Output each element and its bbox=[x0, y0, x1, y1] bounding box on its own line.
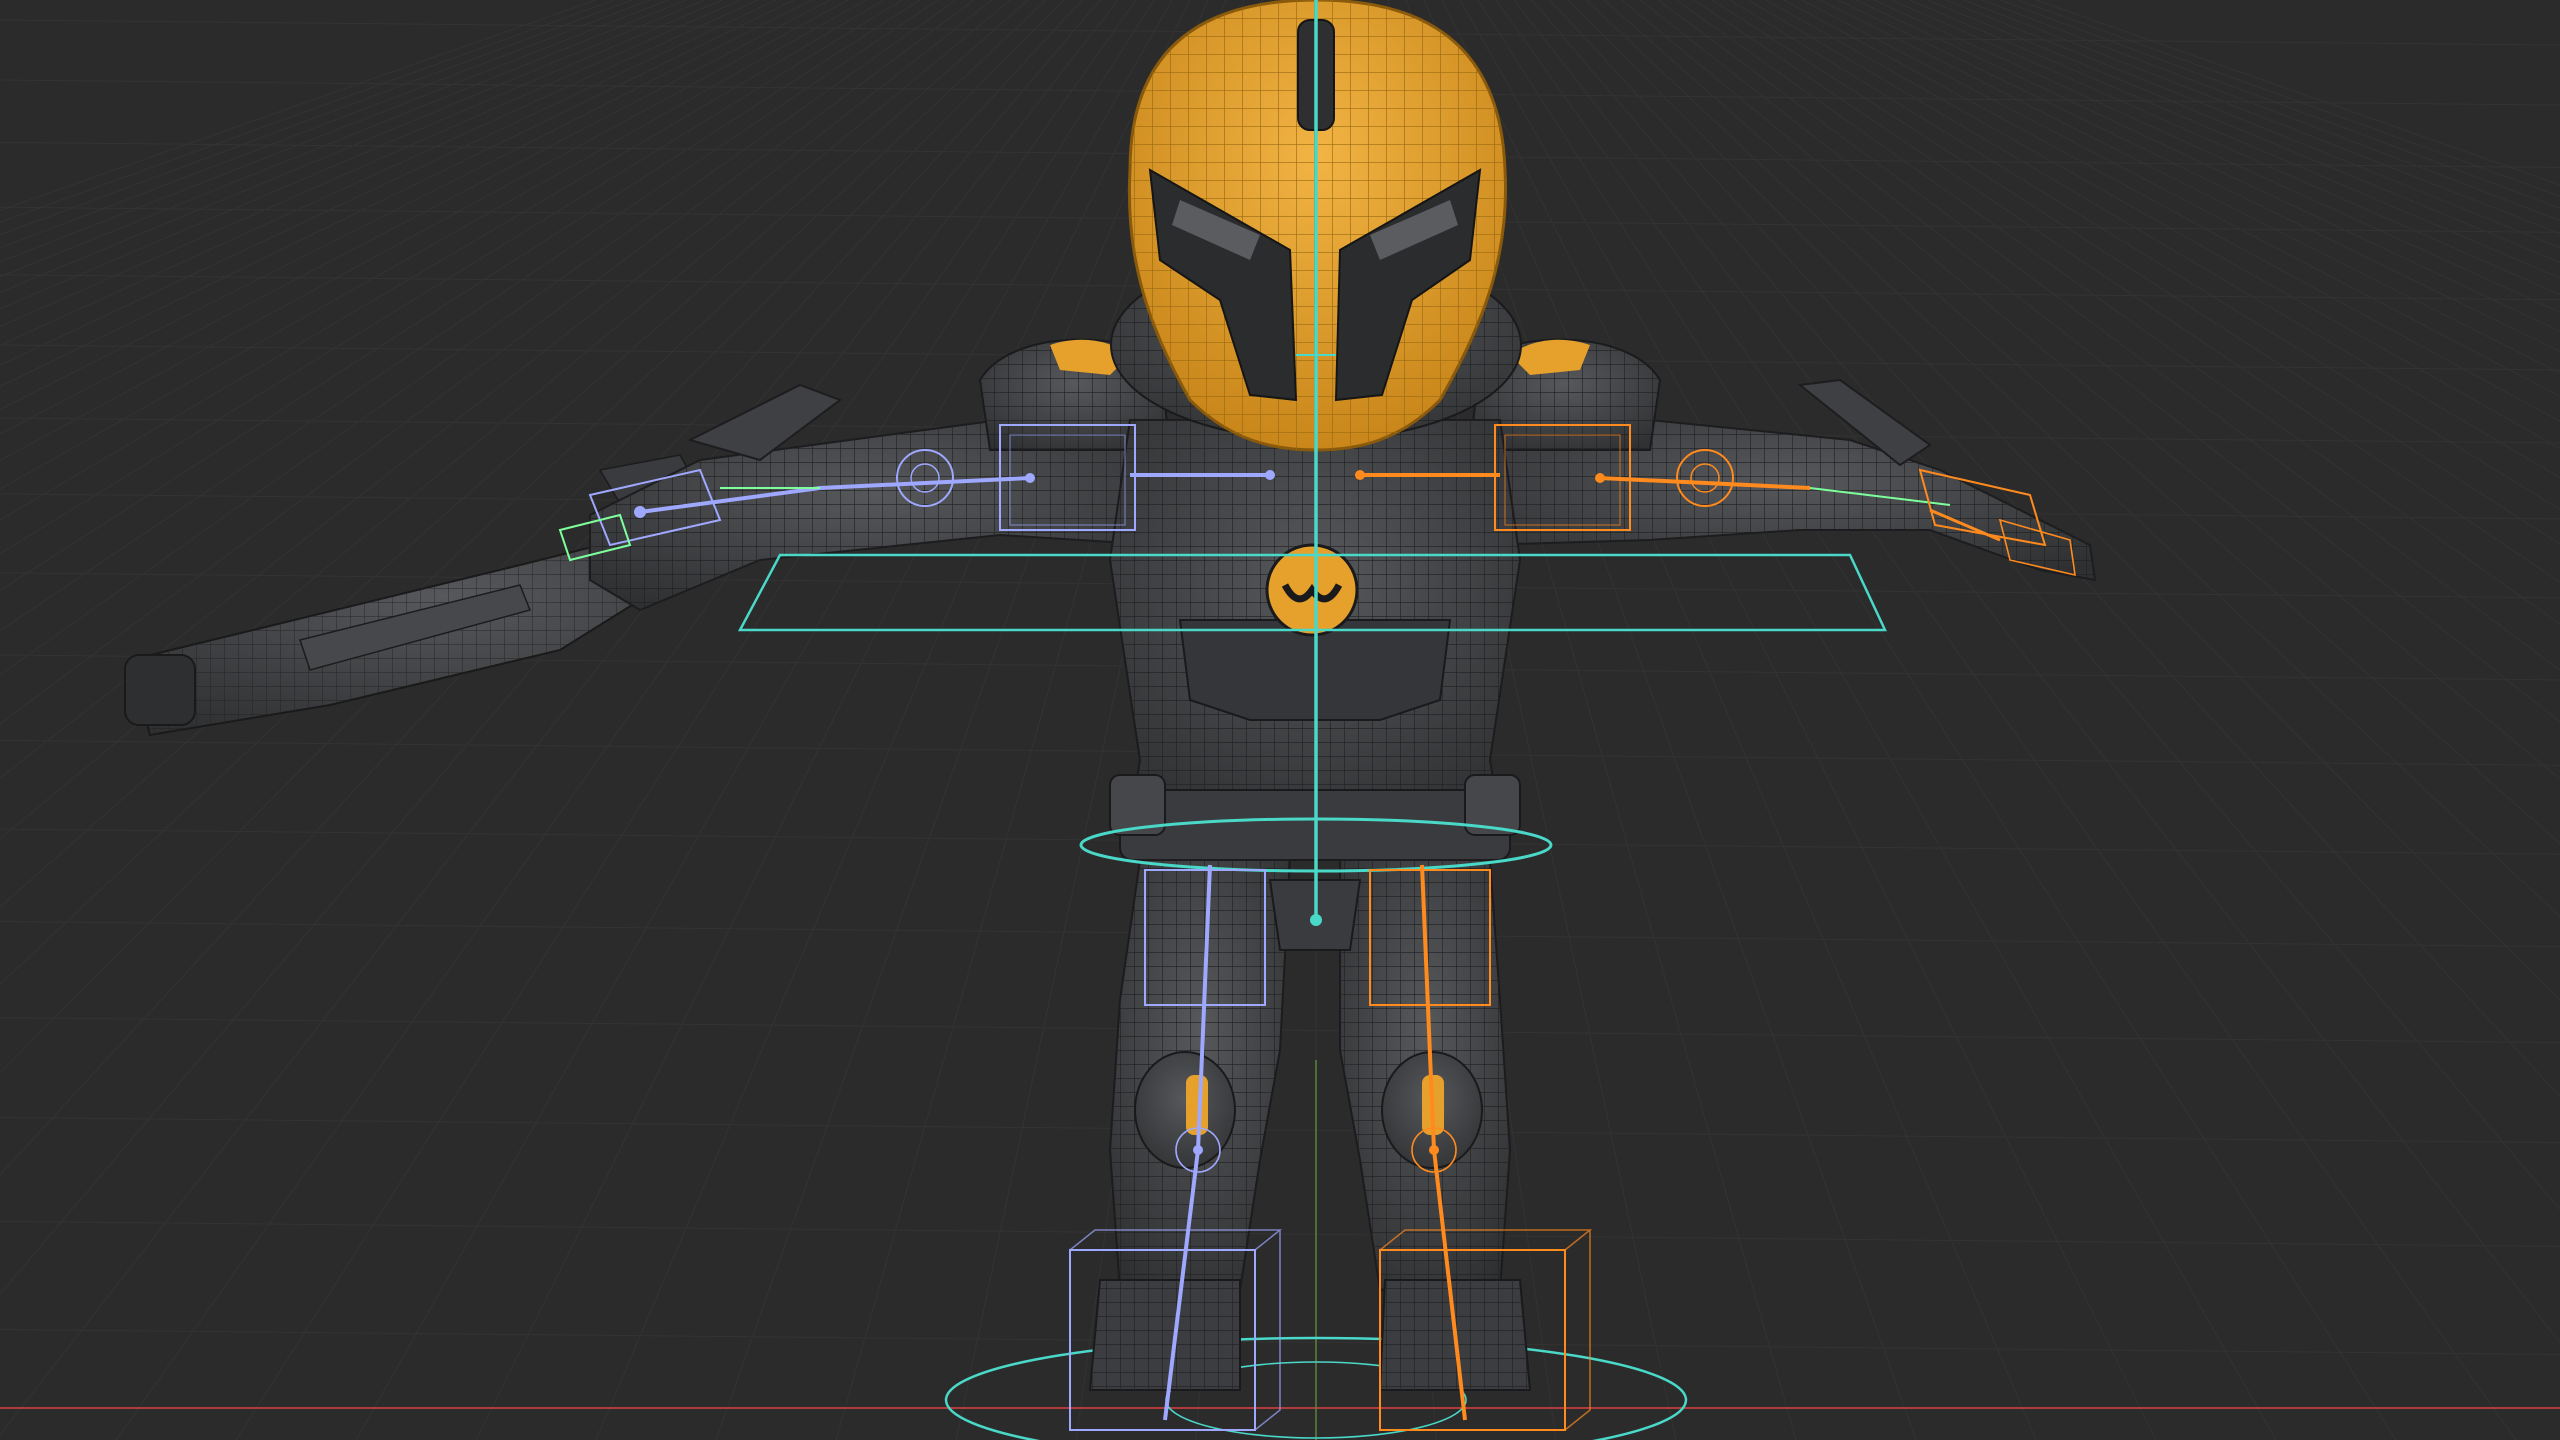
left-leg-mesh[interactable] bbox=[1088, 859, 1292, 1391]
viewport-canvas[interactable] bbox=[0, 0, 2560, 1440]
3d-viewport[interactable] bbox=[0, 0, 2560, 1440]
right-leg-mesh[interactable] bbox=[1339, 859, 1532, 1391]
